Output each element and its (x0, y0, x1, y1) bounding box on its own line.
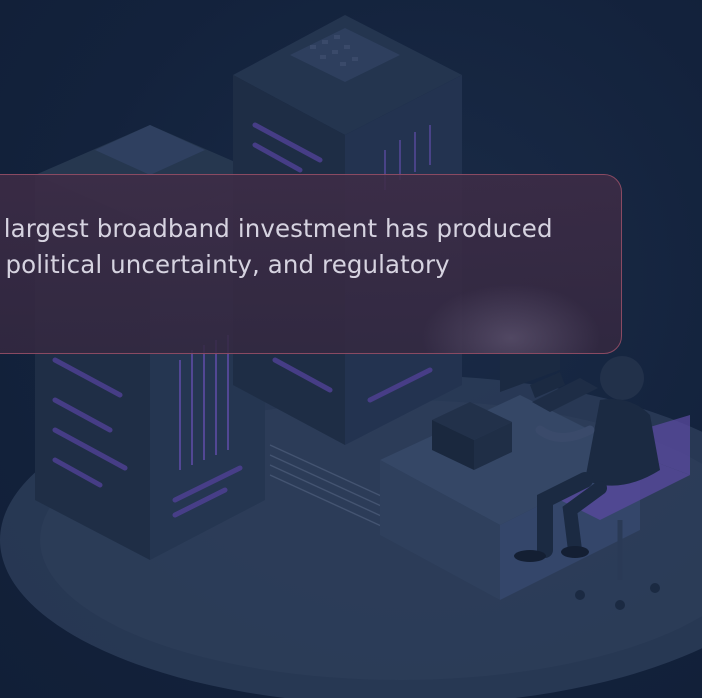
notice-line-1: a's largest broadband investment has pro… (0, 214, 553, 243)
notice-line-2: ce, political uncertainty, and regulator… (0, 250, 450, 279)
background-scene: a's largest broadband investment has pro… (0, 0, 702, 698)
notice-card: a's largest broadband investment has pro… (0, 174, 622, 354)
notice-text: a's largest broadband investment has pro… (0, 211, 601, 283)
